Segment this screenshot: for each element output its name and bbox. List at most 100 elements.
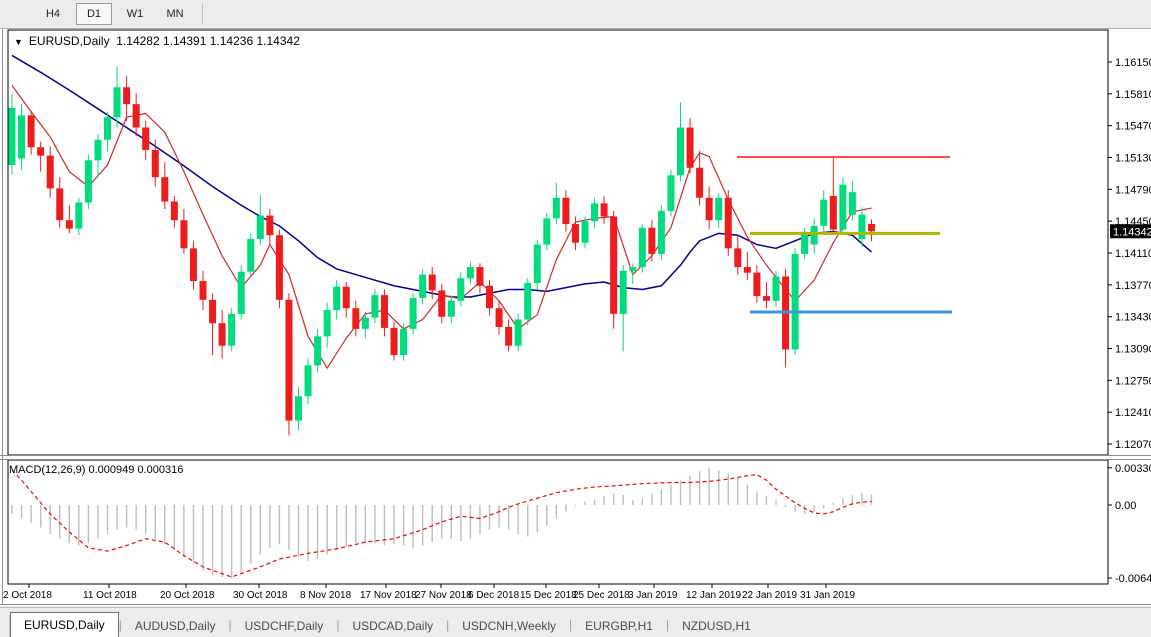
candle-body [438, 290, 445, 316]
candle-body [839, 185, 846, 230]
candle-body [410, 298, 417, 329]
tab-eurgbp[interactable]: EURGBP,H1 [572, 615, 666, 637]
candle-body [524, 283, 531, 320]
candle-body [858, 215, 865, 239]
price-axis-label: 1.15470 [1115, 121, 1151, 133]
candle-body [56, 188, 63, 220]
candle-body [371, 295, 378, 317]
candle-body [648, 228, 655, 254]
tab-usdcnh[interactable]: USDCNH,Weekly [449, 615, 569, 637]
candle-body [515, 319, 522, 345]
candle-body [572, 224, 579, 243]
candle-body [582, 221, 589, 243]
candle-body [305, 365, 312, 396]
candle-body [792, 254, 799, 350]
tabbar-stub [0, 615, 10, 637]
candle-body [744, 267, 751, 273]
candle-body [9, 108, 16, 165]
candle-body [467, 267, 474, 278]
quote-high: 1.14391 [163, 34, 206, 48]
tab-audusd[interactable]: AUDUSD,Daily [122, 615, 229, 637]
candle-body [28, 115, 35, 147]
candle-body [85, 160, 92, 202]
timeframe-button-h4[interactable]: H4 [36, 4, 70, 24]
candle-body [276, 235, 283, 300]
macd-axis-label: 0.003306 [1115, 463, 1151, 475]
date-axis-label: 3 Jan 2019 [628, 590, 678, 601]
macd-plot-border [8, 460, 1108, 584]
candle-body [706, 198, 713, 220]
candle-body [266, 216, 273, 236]
candle-body [753, 273, 760, 296]
date-axis-label: 30 Oct 2018 [233, 590, 288, 601]
candle-body [610, 216, 617, 313]
toolbar-separator [202, 4, 203, 24]
candle-body [820, 200, 827, 226]
candle-body [94, 140, 101, 161]
date-axis-label: 2 Oct 2018 [3, 590, 52, 601]
candle-body [238, 272, 245, 314]
tab-usdchf[interactable]: USDCHF,Daily [232, 615, 337, 637]
chevron-down-icon[interactable]: ▼ [14, 37, 23, 47]
candle-body [734, 248, 741, 267]
candle-body [400, 329, 407, 355]
candle-body [247, 239, 254, 272]
candle-body [104, 117, 111, 139]
candle-body [200, 281, 207, 300]
price-chart[interactable]: 1.161501.158101.154701.151301.147901.144… [0, 29, 1151, 606]
candle-body [429, 275, 436, 291]
candle-body [639, 228, 646, 267]
price-axis-label: 1.14790 [1115, 184, 1151, 196]
candle-body [496, 308, 503, 327]
candle-body [257, 216, 264, 239]
candle-body [152, 150, 159, 177]
date-axis-label: 8 Nov 2018 [300, 590, 352, 601]
macd-axis-label: -0.00649 [1115, 573, 1151, 585]
candle-body [591, 203, 598, 221]
candle-body [114, 87, 121, 117]
candle-body [123, 87, 130, 104]
candle-body [219, 323, 226, 345]
macd-indicator-label: MACD(12,26,9) 0.000949 0.000316 [9, 464, 183, 476]
candle-body [696, 168, 703, 198]
candle-body [343, 287, 350, 309]
candle-body [18, 115, 25, 158]
date-axis-label: 20 Oct 2018 [160, 590, 215, 601]
quote-open: 1.14282 [116, 34, 159, 48]
timeframe-button-w1[interactable]: W1 [118, 4, 152, 24]
candle-body [324, 310, 331, 336]
tab-nzdusd[interactable]: NZDUSD,H1 [669, 615, 764, 637]
candle-body [476, 267, 483, 286]
quote-line: ▼EURUSD,Daily 1.14282 1.14391 1.14236 1.… [14, 34, 300, 48]
candle-body [391, 328, 398, 355]
candle-body [715, 198, 722, 220]
candle-body [66, 220, 73, 228]
price-axis-label: 1.15130 [1115, 153, 1151, 165]
date-axis-label: 25 Dec 2018 [573, 590, 630, 601]
current-price-badge-text: 1.14342 [1113, 226, 1151, 238]
quote-low: 1.14236 [210, 34, 253, 48]
price-axis-label: 1.12410 [1115, 407, 1151, 419]
candle-body [849, 192, 856, 214]
candle-body [658, 211, 665, 254]
tab-usdcad[interactable]: USDCAD,Daily [339, 615, 446, 637]
candle-body [381, 295, 388, 328]
date-axis-label: 12 Jan 2019 [686, 590, 741, 601]
candle-body [142, 128, 149, 150]
candle-body [629, 267, 636, 271]
timeframe-button-mn[interactable]: MN [158, 4, 192, 24]
main-plot-border [8, 30, 1108, 455]
price-axis-label: 1.14110 [1115, 248, 1151, 260]
candle-body [505, 327, 512, 346]
candle-body [352, 308, 359, 329]
candle-body [333, 287, 340, 310]
candle-body [180, 220, 187, 248]
candle-body [37, 147, 44, 155]
price-axis-label: 1.16150 [1115, 57, 1151, 69]
macd-axis-label: 0.00 [1115, 500, 1136, 512]
price-axis-label: 1.12750 [1115, 375, 1151, 387]
timeframe-button-d1[interactable]: D1 [76, 3, 112, 25]
symbol-period-label: EURUSD,Daily [29, 34, 110, 48]
tab-eurusd[interactable]: EURUSD,Daily [10, 612, 119, 637]
candle-body [295, 396, 302, 420]
